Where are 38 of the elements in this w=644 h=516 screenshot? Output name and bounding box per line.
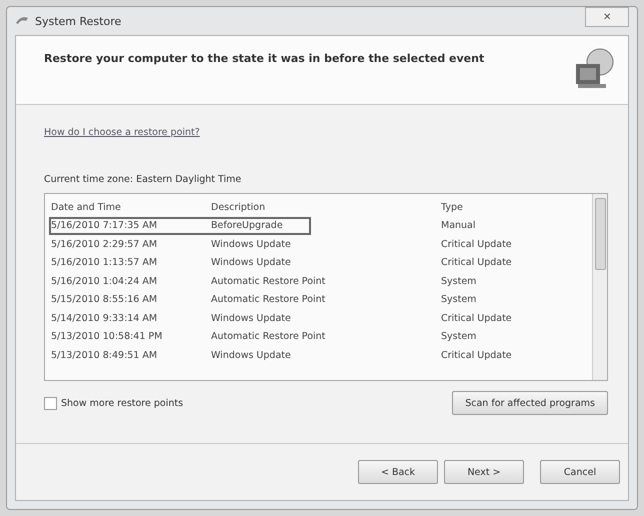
type-cell[interactable]: Manual	[441, 220, 592, 232]
wizard-button[interactable]: Next >	[444, 460, 524, 484]
type-cell[interactable]: Critical Update	[441, 257, 592, 268]
window-title: System Restore	[35, 14, 122, 28]
type-cell[interactable]: System	[441, 276, 592, 287]
type-cell[interactable]: System	[441, 294, 592, 306]
date-cell[interactable]: 5/16/2010 7:17:35 AM	[51, 220, 211, 232]
description-cell[interactable]: Automatic Restore Point	[211, 294, 441, 306]
show-more-checkbox[interactable]: Show more restore points	[44, 396, 184, 410]
date-cell[interactable]: 5/13/2010 8:49:51 AM	[51, 350, 211, 361]
wizard-button[interactable]: < Back	[358, 460, 438, 484]
description-cell[interactable]: BeforeUpgrade	[211, 220, 441, 232]
description-cell[interactable]: Windows Update	[211, 257, 441, 268]
scan-button[interactable]: Scan for affected programs	[452, 391, 608, 415]
type-cell[interactable]: System	[441, 331, 592, 342]
description-cell[interactable]: Automatic Restore Point	[211, 276, 441, 287]
description-cell[interactable]: Windows Update	[211, 312, 441, 324]
date-cell[interactable]: 5/14/2010 9:33:14 AM	[51, 312, 211, 324]
close-button[interactable]: ✕	[585, 7, 629, 27]
date-cell[interactable]: 5/15/2010 8:55:16 AM	[51, 294, 211, 306]
help-link[interactable]: How do I choose a restore point?	[44, 127, 200, 138]
wizard-button[interactable]: Cancel	[540, 460, 620, 484]
page-heading: Restore your computer to the state it was in before the selected event	[44, 52, 484, 67]
description-cell[interactable]: Windows Update	[211, 238, 441, 250]
date-cell[interactable]: 5/13/2010 10:58:41 PM	[51, 331, 211, 342]
type-cell[interactable]: Critical Update	[441, 238, 592, 250]
date-cell[interactable]: 5/16/2010 2:29:57 AM	[51, 238, 211, 250]
date-cell[interactable]: 5/16/2010 1:13:57 AM	[51, 257, 211, 268]
type-cell[interactable]: Critical Update	[441, 350, 592, 361]
type-cell[interactable]: Critical Update	[441, 312, 592, 324]
column-header[interactable]: Type	[441, 202, 592, 213]
description-cell[interactable]: Windows Update	[211, 350, 441, 361]
column-header[interactable]: Date and Time	[51, 202, 211, 213]
column-header[interactable]: Description	[211, 202, 441, 213]
date-cell[interactable]: 5/16/2010 1:04:24 AM	[51, 276, 211, 287]
scrollbar[interactable]	[592, 194, 607, 380]
description-cell[interactable]: Automatic Restore Point	[211, 331, 441, 342]
time-zone-label: Current time zone: Eastern Daylight Time	[44, 174, 242, 185]
